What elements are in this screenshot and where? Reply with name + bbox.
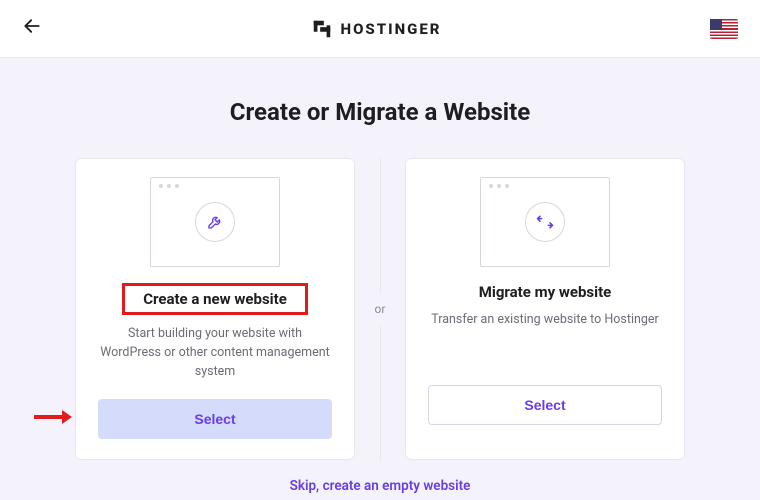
wrench-icon — [195, 202, 235, 242]
brand-text: HOSTINGER — [341, 20, 442, 38]
transfer-icon — [525, 202, 565, 242]
separator: or — [355, 158, 405, 460]
select-create-button[interactable]: Select — [98, 399, 332, 439]
option-cards: Create a new website Start building your… — [0, 158, 760, 460]
create-illustration — [150, 177, 280, 267]
separator-text: or — [375, 292, 386, 326]
card-migrate-website: Migrate my website Transfer an existing … — [405, 158, 685, 460]
page-title: Create or Migrate a Website — [0, 98, 760, 126]
card-create-desc: Start building your website with WordPre… — [98, 325, 332, 381]
language-flag-us[interactable] — [710, 19, 738, 39]
card-migrate-title: Migrate my website — [479, 283, 612, 301]
arrow-left-icon — [22, 16, 42, 36]
annotation-highlight: Create a new website — [122, 283, 308, 315]
main-content: Create or Migrate a Website Create a new… — [0, 58, 760, 494]
select-migrate-button[interactable]: Select — [428, 385, 662, 425]
annotation-arrow-icon — [32, 407, 72, 431]
skip-link[interactable]: Skip, create an empty website — [290, 478, 471, 494]
card-create-website: Create a new website Start building your… — [75, 158, 355, 460]
card-create-title-wrap: Create a new website — [122, 283, 308, 315]
card-migrate-desc: Transfer an existing website to Hostinge… — [431, 311, 659, 367]
back-button[interactable] — [22, 16, 42, 42]
hostinger-logo-icon — [311, 18, 333, 40]
card-create-title: Create a new website — [143, 290, 287, 308]
top-bar: HOSTINGER — [0, 0, 760, 58]
migrate-illustration — [480, 177, 610, 267]
brand-logo: HOSTINGER — [311, 18, 442, 40]
